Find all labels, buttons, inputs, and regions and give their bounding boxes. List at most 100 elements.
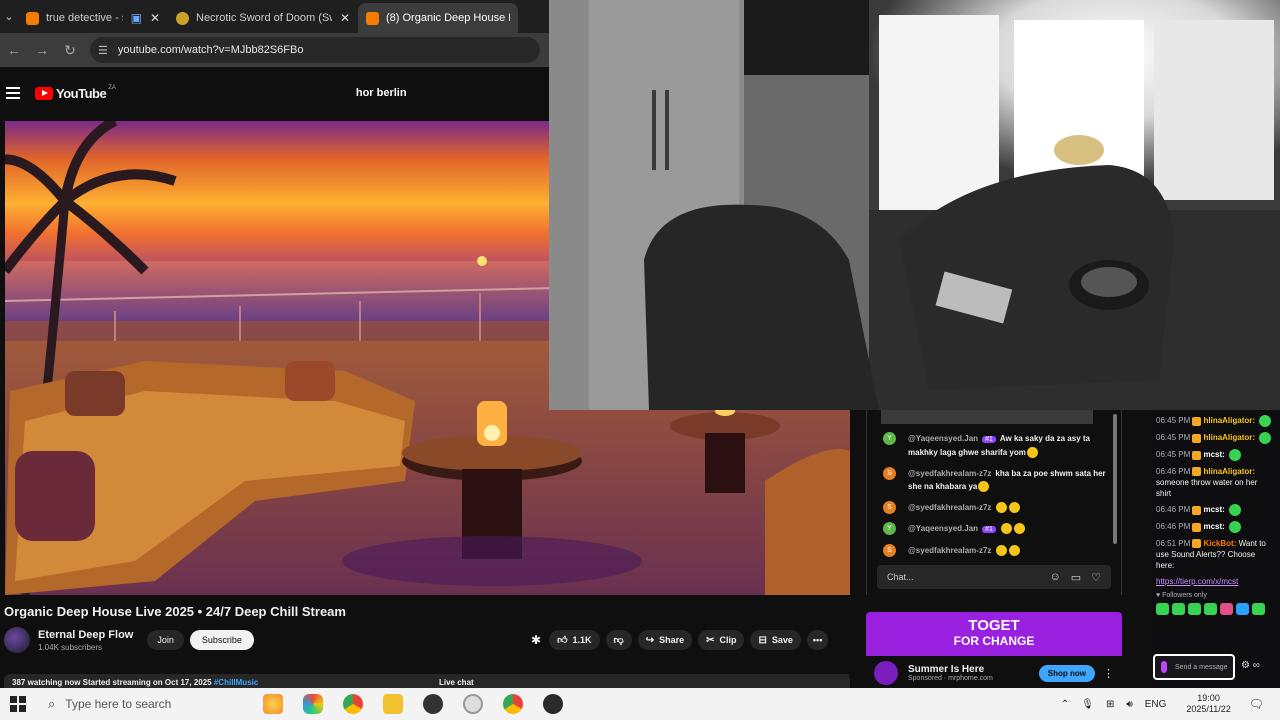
hashtag-link[interactable]: #ChillMusic — [214, 678, 258, 687]
clock[interactable]: 19:00 2025/11/22 — [1186, 693, 1230, 715]
advertiser-logo — [874, 661, 898, 685]
save-button[interactable]: ⊟ Save — [750, 630, 801, 650]
user-badge-icon — [1192, 505, 1202, 515]
glasses-icon[interactable]: ∞ — [1253, 660, 1260, 671]
tab-true-detective[interactable]: true detective - season 01 ▣ ✕ — [18, 3, 168, 33]
twitch-username[interactable]: hlinaAligator: — [1203, 467, 1255, 476]
emote-icon — [1229, 449, 1242, 461]
emote-icon — [1229, 504, 1242, 516]
chrome-profile-icon[interactable] — [503, 694, 523, 714]
url-input[interactable]: ☰ youtube.com/watch?v=MJbb82S6FBo — [90, 37, 540, 63]
chat-avatar[interactable]: Y — [883, 432, 896, 445]
language-indicator[interactable]: ENG — [1145, 699, 1167, 710]
clip-button[interactable]: ✂ Clip — [698, 630, 745, 650]
chat-avatar[interactable]: S — [883, 467, 896, 480]
chat-author[interactable]: @syedfakhrealam-z7z — [908, 469, 991, 478]
twitch-message-input[interactable]: Send a message — [1153, 654, 1235, 680]
menu-icon[interactable] — [6, 84, 20, 102]
sparkle-ai-icon[interactable]: ✱ — [531, 633, 541, 647]
site-favicon-icon — [176, 11, 189, 25]
bookmark-icon: ⊟ — [758, 634, 767, 646]
search-input[interactable]: hor berlin — [356, 87, 407, 99]
twitch-username[interactable]: mcst: — [1203, 505, 1224, 514]
chat-author[interactable]: @Yaqeensyed.Jan — [908, 434, 978, 443]
user-badge-icon — [1192, 522, 1202, 532]
dislike-button[interactable]: 👎︎ — [605, 630, 632, 650]
mic-icon[interactable] — [1161, 661, 1167, 673]
tab-close-icon[interactable]: ✕ — [150, 11, 160, 25]
chat-input[interactable]: Chat... ☺ ▭ ♡ — [877, 565, 1111, 589]
twitch-link[interactable]: https://tierp.com/x/mcst — [1150, 576, 1280, 587]
chat-author[interactable]: @Yaqeensyed.Jan — [908, 524, 978, 533]
twitch-username[interactable]: mcst: — [1203, 450, 1224, 459]
chat-avatar[interactable]: S — [883, 501, 896, 514]
app-icon[interactable] — [463, 694, 483, 714]
start-icon[interactable] — [10, 696, 26, 712]
tab-search-chevron-icon[interactable]: ⌄ — [0, 0, 18, 33]
chat-badge: #1 — [982, 526, 996, 533]
forward-icon[interactable]: → — [28, 42, 56, 58]
channel-avatar[interactable] — [4, 627, 30, 653]
more-vertical-icon[interactable]: ⋮ — [1103, 667, 1114, 680]
youtube-favicon-icon — [26, 11, 39, 25]
ad-banner[interactable]: TOGET FOR CHANGE — [866, 612, 1122, 656]
subscribe-button[interactable]: Subscribe — [189, 630, 254, 650]
emote-icon — [1259, 415, 1272, 427]
video-title: Organic Deep House Live 2025 • 24/7 Deep… — [4, 604, 346, 619]
chat-avatar[interactable]: Y — [883, 522, 896, 535]
twitch-username[interactable]: mcst: — [1203, 522, 1224, 531]
chat-banner — [881, 410, 1093, 424]
app-icon[interactable] — [543, 694, 563, 714]
twitch-username[interactable]: hlinaAligator: — [1203, 433, 1255, 442]
notification-icon[interactable]: 🗨︎ — [1249, 697, 1264, 711]
tab-necrotic-sword[interactable]: Necrotic Sword of Doom (Swor ✕ — [168, 3, 358, 33]
chat-author[interactable]: @syedfakhrealam-z7z — [908, 546, 991, 555]
reload-icon[interactable]: ↻ — [56, 42, 84, 59]
scissors-icon: ✂ — [706, 634, 715, 646]
news-widget-icon[interactable] — [263, 694, 283, 714]
search-icon: ⌕ — [48, 696, 56, 711]
taskbar-search[interactable]: ⌕ Type here to search — [48, 696, 233, 712]
tab-organic-deep-house[interactable]: (8) Organic Deep House Liv — [358, 3, 518, 33]
youtube-logo[interactable]: YouTube ZA — [35, 85, 116, 101]
subscriber-count: 1.04K subscribers — [38, 642, 103, 652]
heart-icon[interactable]: ♡ — [1091, 571, 1101, 584]
youtube-favicon-icon — [366, 11, 379, 25]
chrome-icon[interactable] — [343, 694, 363, 714]
chevron-up-icon[interactable]: ⌃ — [1061, 699, 1069, 710]
channel-name[interactable]: Eternal Deep Flow — [38, 629, 133, 641]
site-info-icon[interactable]: ☰ — [98, 44, 108, 57]
volume-icon[interactable]: 🔊︎ — [1126, 699, 1132, 710]
twitch-text: someone throw water on her shirt — [1156, 478, 1258, 498]
emote-bar[interactable] — [1150, 603, 1280, 615]
chat-scrollbar[interactable] — [1113, 414, 1117, 544]
shop-now-button[interactable]: Shop now — [1038, 664, 1095, 682]
mic-icon[interactable]: 🎙︎ — [1081, 699, 1094, 710]
like-button[interactable]: 👍︎ 1.1K — [549, 630, 600, 650]
obs-icon[interactable] — [423, 694, 443, 714]
emote-icon — [1229, 521, 1242, 533]
network-icon[interactable]: ⊞ — [1106, 699, 1114, 710]
back-icon[interactable]: ← — [0, 42, 28, 58]
webcam-overlay — [549, 0, 1280, 410]
chat-avatar[interactable]: S — [883, 544, 896, 557]
message-time: 06:45 PM — [1156, 450, 1191, 460]
windows-taskbar: ⌕ Type here to search ⌃ 🎙︎ ⊞ 🔊︎ ENG 19:0… — [0, 688, 1280, 720]
twitch-username[interactable]: KickBot: — [1203, 539, 1236, 548]
message-time: 06:45 PM — [1156, 433, 1191, 443]
tab-close-icon[interactable]: ✕ — [340, 11, 350, 25]
more-actions-button[interactable]: ••• — [806, 630, 829, 650]
share-button[interactable]: ↪ Share — [637, 630, 693, 650]
settings-icon[interactable]: ⚙ — [1241, 660, 1250, 671]
super-chat-icon[interactable]: ▭ — [1071, 571, 1081, 584]
join-button[interactable]: Join — [147, 630, 184, 650]
browser-tab-bar: ⌄ true detective - season 01 ▣ ✕ Necroti… — [0, 0, 549, 33]
emoji-icon[interactable]: ☺ — [1049, 571, 1060, 583]
file-explorer-icon[interactable] — [383, 694, 403, 714]
emoji-icon — [1026, 447, 1039, 459]
twitch-username[interactable]: hlinaAligator: — [1203, 416, 1255, 425]
chat-author[interactable]: @syedfakhrealam-z7z — [908, 503, 991, 512]
live-chat-header[interactable]: Live chat — [431, 674, 849, 688]
copilot-icon[interactable] — [303, 694, 323, 714]
emoji-icon — [1000, 523, 1026, 535]
